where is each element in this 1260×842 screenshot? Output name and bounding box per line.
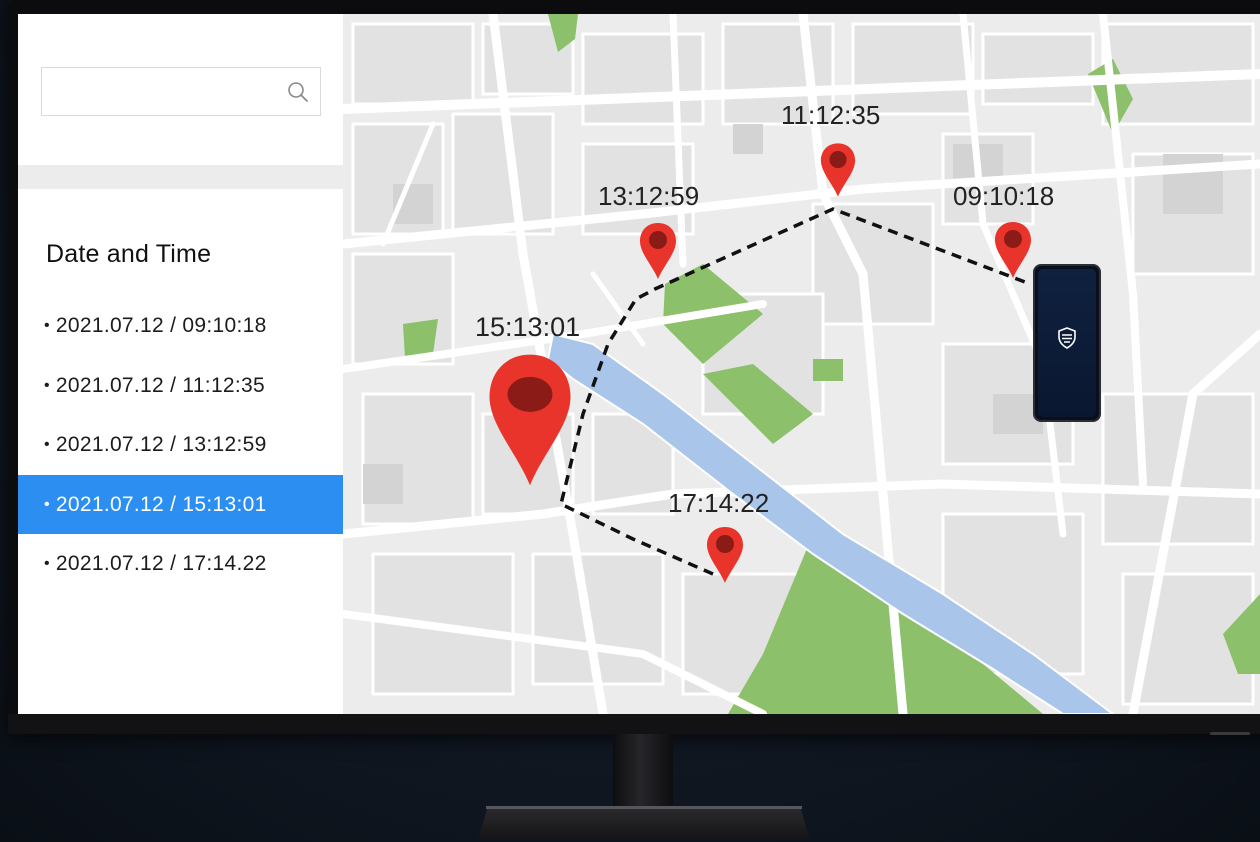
map-marker[interactable] bbox=[993, 219, 1033, 281]
date-time-list: • 2021.07.12 / 09:10:18 • 2021.07.12 / 11:… bbox=[18, 296, 343, 594]
list-item-label: 2021.07.12 / 09:10:18 bbox=[55, 314, 267, 337]
marker-time-label: 11:12:35 bbox=[781, 100, 881, 130]
list-item-label: 2021.07.12 / 15:13:01 bbox=[55, 492, 267, 516]
list-item[interactable]: • 2021.07.12 / 17:14.22 bbox=[18, 534, 343, 594]
marker-time-label: 09:10:18 bbox=[953, 181, 1055, 211]
sidebar: Date and Time • 2021.07.12 / 09:10:18 • 20… bbox=[18, 14, 343, 714]
map-view[interactable]: 11:12:35 13:12:59 09:10:18 15:13:01 17:1… bbox=[338, 14, 1260, 714]
marker-time-label: 15:13:01 bbox=[475, 312, 581, 342]
marker-time-label: 13:12:59 bbox=[598, 181, 700, 211]
phone-device[interactable] bbox=[1033, 264, 1101, 422]
list-item-selected[interactable]: • 2021.07.12 / 15:13:01 bbox=[18, 474, 343, 534]
map-marker-selected[interactable] bbox=[485, 350, 575, 490]
monitor-stand-neck bbox=[613, 734, 673, 812]
map-pin-icon bbox=[707, 527, 743, 583]
list-item-label: 2021.07.12 / 13:12:59 bbox=[55, 433, 267, 456]
brand-mark bbox=[1210, 732, 1250, 735]
list-item-label: 2021.07.12 / 11:12:35 bbox=[55, 373, 265, 397]
list-item[interactable]: • 2021.07.12 / 11:12:35 bbox=[18, 356, 343, 416]
divider-band bbox=[18, 165, 343, 189]
map-marker[interactable] bbox=[819, 140, 857, 200]
monitor-stand-base bbox=[478, 806, 810, 840]
list-item-label: 2021.07.12 / 17:14.22 bbox=[55, 552, 267, 575]
shield-icon bbox=[1058, 327, 1076, 349]
stand-base-edge bbox=[486, 806, 802, 809]
map-pin-icon bbox=[995, 222, 1031, 278]
search-box[interactable] bbox=[41, 67, 321, 116]
screen: 11:12:35 13:12:59 09:10:18 15:13:01 17:1… bbox=[18, 14, 1260, 714]
section-heading: Date and Time bbox=[46, 240, 212, 268]
marker-time-label: 17:14:22 bbox=[668, 488, 770, 518]
list-item[interactable]: • 2021.07.12 / 09:10:18 bbox=[18, 296, 343, 356]
map-pin-icon bbox=[820, 143, 856, 197]
bullet-icon: • bbox=[44, 436, 50, 453]
bullet-icon: • bbox=[44, 495, 50, 513]
map-pin-icon bbox=[640, 223, 676, 279]
search-input[interactable] bbox=[50, 68, 284, 115]
list-item[interactable]: • 2021.07.12 / 13:12:59 bbox=[18, 415, 343, 475]
bullet-icon: • bbox=[44, 376, 50, 394]
bullet-icon: • bbox=[44, 317, 50, 334]
monitor-bezel bbox=[8, 714, 1260, 734]
bullet-icon: • bbox=[44, 555, 50, 572]
map-marker[interactable] bbox=[705, 524, 745, 586]
search-icon[interactable] bbox=[286, 80, 310, 104]
map-pin-icon bbox=[489, 354, 571, 486]
map-marker[interactable] bbox=[638, 220, 678, 282]
